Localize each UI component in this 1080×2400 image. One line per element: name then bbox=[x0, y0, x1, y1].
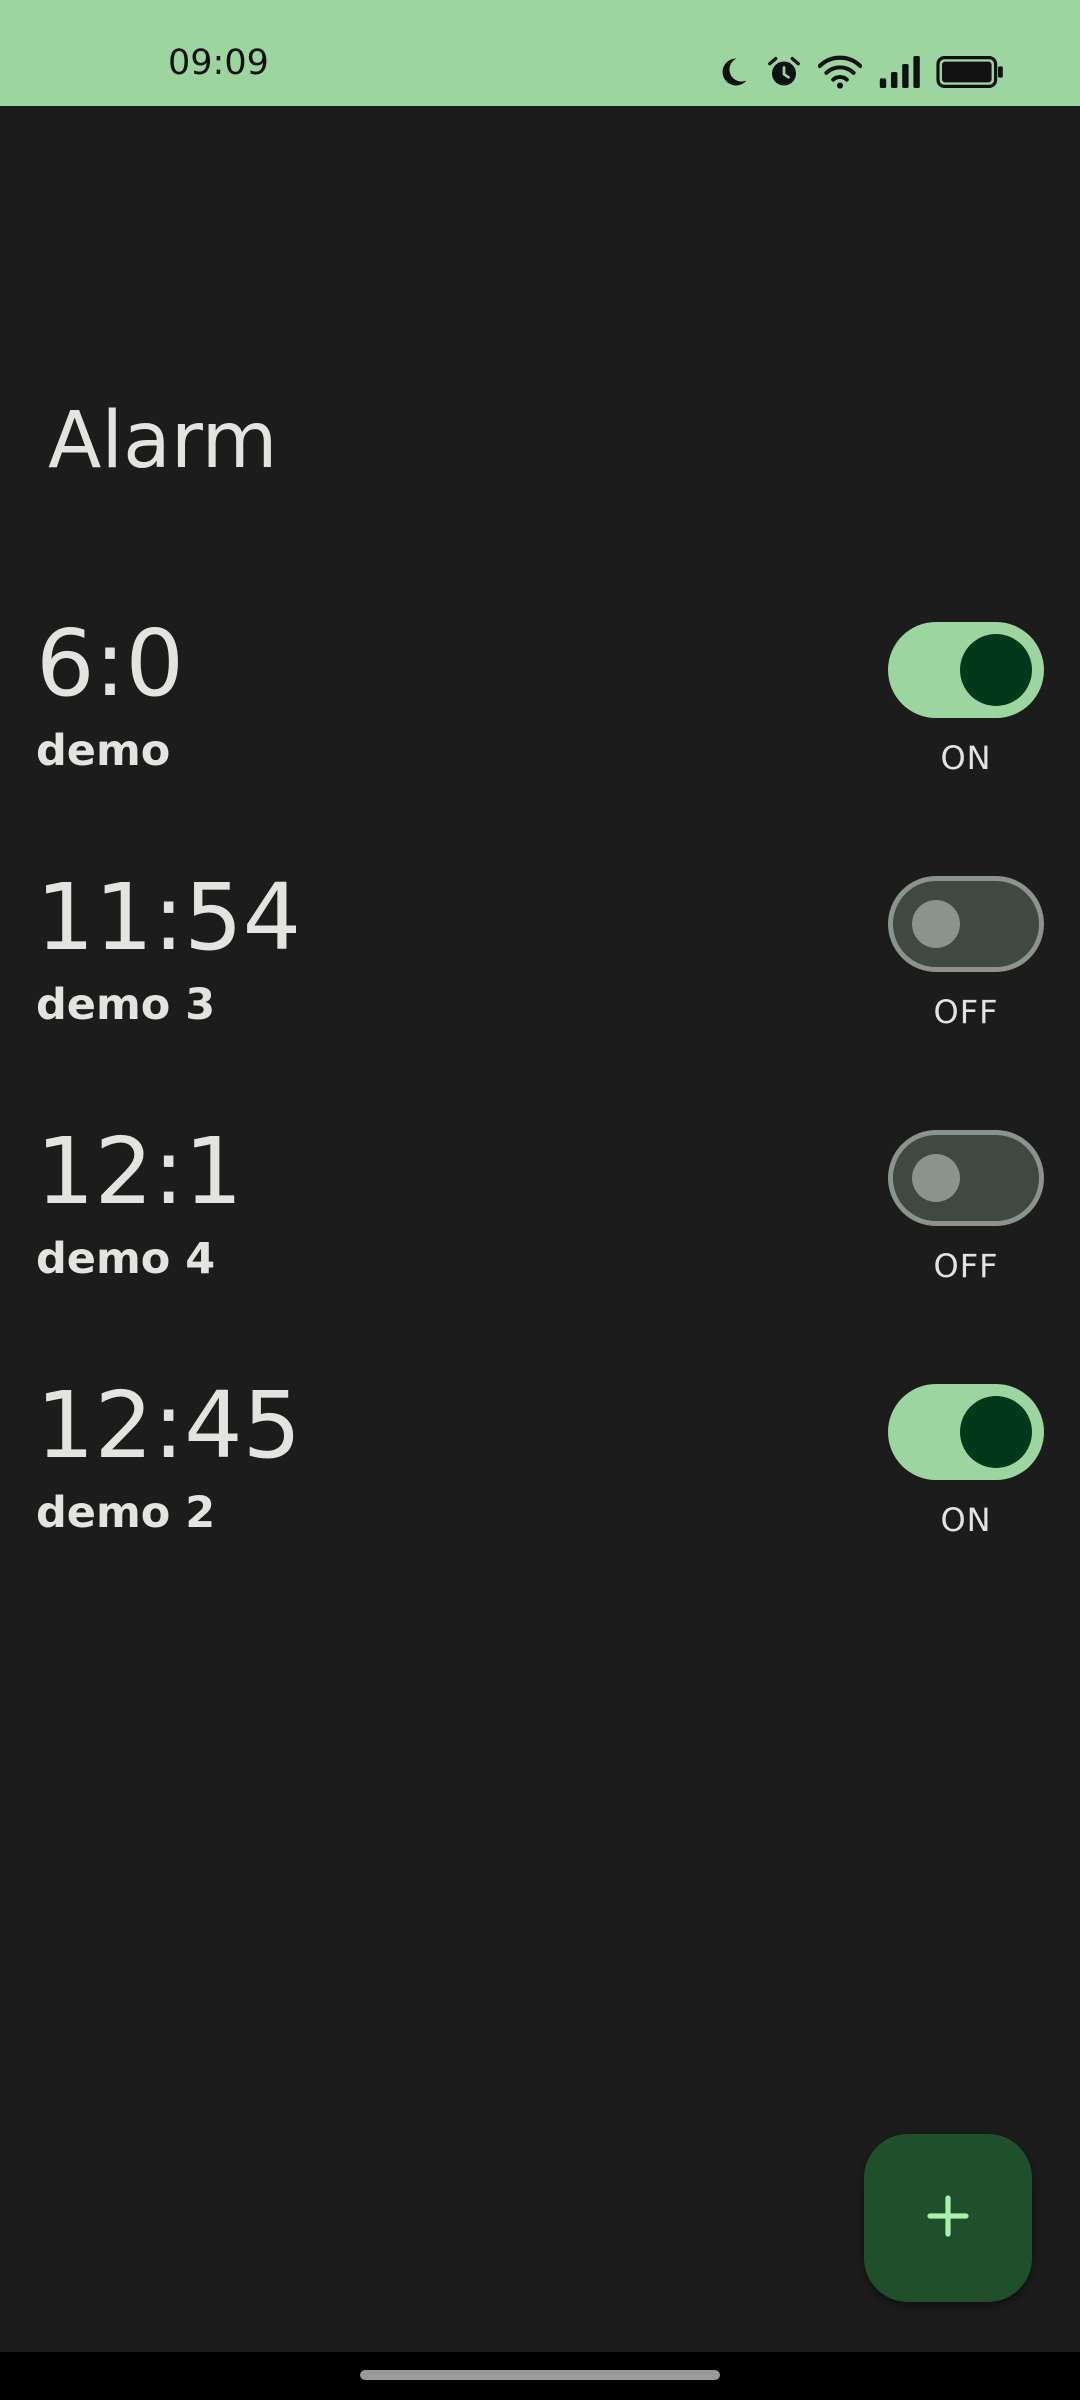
alarm-time[interactable]: 12:1 bbox=[36, 1126, 243, 1218]
alarm-time[interactable]: 11:54 bbox=[36, 872, 301, 964]
alarm-label: demo 4 bbox=[36, 1234, 216, 1284]
home-gesture-handle[interactable] bbox=[360, 2370, 720, 2380]
alarm-toggle[interactable] bbox=[888, 1130, 1044, 1226]
alarm-time[interactable]: 6:0 bbox=[36, 618, 184, 710]
alarm-state-label: OFF bbox=[933, 1247, 999, 1285]
toggle-thumb bbox=[912, 900, 960, 948]
alarm-label: demo 3 bbox=[36, 980, 216, 1030]
toggle-thumb bbox=[960, 634, 1032, 706]
alarm-state-label: OFF bbox=[933, 993, 999, 1031]
signal-icon bbox=[878, 56, 920, 88]
toggle-thumb bbox=[912, 1154, 960, 1202]
status-icons bbox=[716, 50, 1004, 94]
alarm-label: demo bbox=[36, 726, 171, 776]
toggle-thumb bbox=[960, 1396, 1032, 1468]
alarm-state-label: ON bbox=[940, 739, 992, 777]
moon-icon bbox=[716, 55, 750, 89]
page-title: Alarm bbox=[48, 396, 278, 486]
alarm-item[interactable]: 6:0 demo ON bbox=[0, 618, 1080, 818]
status-time: 09:09 bbox=[168, 43, 269, 83]
plus-icon bbox=[924, 2192, 972, 2245]
alarm-clock-icon bbox=[766, 54, 802, 90]
battery-icon bbox=[936, 56, 1004, 88]
alarm-toggle[interactable] bbox=[888, 876, 1044, 972]
alarm-item[interactable]: 12:45 demo 2 ON bbox=[0, 1380, 1080, 1580]
navigation-bar bbox=[0, 2352, 1080, 2400]
alarm-toggle[interactable] bbox=[888, 1384, 1044, 1480]
alarm-label: demo 2 bbox=[36, 1488, 216, 1538]
status-bar: 09:09 bbox=[0, 0, 1080, 106]
alarm-toggle[interactable] bbox=[888, 622, 1044, 718]
wifi-icon bbox=[818, 54, 862, 90]
add-alarm-button[interactable] bbox=[864, 2134, 1032, 2302]
alarm-state-label: ON bbox=[940, 1501, 992, 1539]
alarm-item[interactable]: 12:1 demo 4 OFF bbox=[0, 1126, 1080, 1326]
alarm-time[interactable]: 12:45 bbox=[36, 1380, 301, 1472]
alarm-item[interactable]: 11:54 demo 3 OFF bbox=[0, 872, 1080, 1072]
